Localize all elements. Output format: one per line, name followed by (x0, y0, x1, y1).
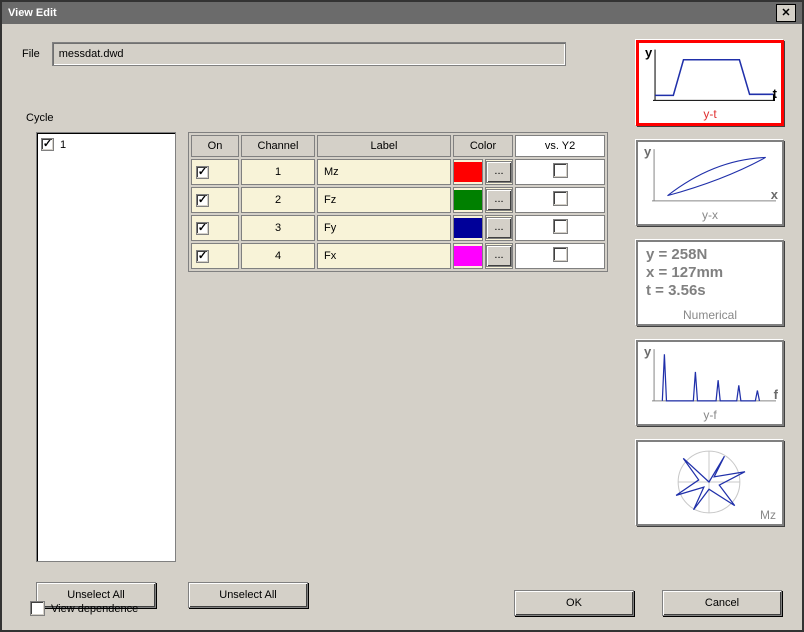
ok-button[interactable]: OK (514, 590, 634, 616)
cycle-label: Cycle (26, 112, 54, 124)
file-label: File (22, 48, 40, 60)
plot-icon (642, 446, 776, 518)
col-label: Label (317, 135, 451, 157)
plot-icon (652, 148, 776, 202)
table-row: 3 Fy ... (191, 215, 605, 241)
cancel-button[interactable]: Cancel (662, 590, 782, 616)
cycle-listbox[interactable]: 1 (36, 132, 176, 562)
axis-y-icon: y (644, 344, 651, 359)
file-field[interactable]: messdat.dwd (52, 42, 566, 66)
row-channel: 4 (241, 243, 315, 269)
plot-icon (653, 49, 775, 101)
color-swatch (454, 190, 482, 210)
axis-y-icon: y (645, 45, 652, 60)
color-picker-button[interactable]: ... (486, 217, 512, 239)
row-channel: 2 (241, 187, 315, 213)
plot-icon (652, 348, 776, 402)
color-swatch (454, 246, 482, 266)
row-on-checkbox[interactable] (196, 166, 209, 179)
row-on-checkbox[interactable] (196, 222, 209, 235)
dialog-window: View Edit ✕ File messdat.dwd Cycle 1 On … (0, 0, 804, 632)
table-row: 2 Fz ... (191, 187, 605, 213)
cycle-checkbox[interactable] (41, 138, 54, 151)
vsy2-checkbox[interactable] (553, 247, 568, 262)
file-row: File messdat.dwd (22, 42, 566, 66)
view-type-panel: y t y-t y x (636, 40, 784, 540)
view-dependence-label: View dependence (51, 603, 138, 615)
row-label[interactable]: Mz (317, 159, 451, 185)
close-icon: ✕ (781, 8, 790, 19)
color-picker-button[interactable]: ... (486, 161, 512, 183)
view-dependence-checkbox[interactable] (30, 601, 45, 616)
table-row: 1 Mz ... (191, 159, 605, 185)
row-label[interactable]: Fz (317, 187, 451, 213)
table-row: 4 Fx ... (191, 243, 605, 269)
col-channel: Channel (241, 135, 315, 157)
col-on: On (191, 135, 239, 157)
unselect-all-channels-button[interactable]: Unselect All (188, 582, 308, 608)
color-swatch (454, 162, 482, 182)
vsy2-checkbox[interactable] (553, 163, 568, 178)
view-type-yt[interactable]: y t y-t (636, 40, 784, 126)
view-caption: y-t (639, 107, 781, 121)
row-channel: 3 (241, 215, 315, 241)
view-caption: Mz (760, 508, 776, 522)
table-header-row: On Channel Label Color vs. Y2 (191, 135, 605, 157)
color-picker-button[interactable]: ... (486, 245, 512, 267)
titlebar: View Edit ✕ (2, 2, 802, 24)
vsy2-checkbox[interactable] (553, 219, 568, 234)
client-area: File messdat.dwd Cycle 1 On Channel Labe… (4, 24, 800, 628)
axis-y-icon: y (644, 144, 651, 159)
col-color: Color (453, 135, 513, 157)
channel-table: On Channel Label Color vs. Y2 1 Mz ... 2… (188, 132, 608, 272)
view-type-polar[interactable]: Mz (636, 440, 784, 526)
view-caption: Numerical (638, 308, 782, 322)
row-on-checkbox[interactable] (196, 250, 209, 263)
numerical-line: y = 258N (646, 246, 707, 263)
view-caption: y-x (638, 208, 782, 222)
view-type-yx[interactable]: y x y-x (636, 140, 784, 226)
color-picker-button[interactable]: ... (486, 189, 512, 211)
row-label[interactable]: Fx (317, 243, 451, 269)
view-dependence-row: View dependence (30, 601, 138, 616)
col-vsy2: vs. Y2 (515, 135, 605, 157)
row-label[interactable]: Fy (317, 215, 451, 241)
close-button[interactable]: ✕ (776, 4, 796, 22)
view-caption: y-f (638, 408, 782, 422)
view-type-numerical[interactable]: y = 258N x = 127mm t = 3.56s Numerical (636, 240, 784, 326)
cycle-item-label: 1 (60, 139, 66, 151)
row-channel: 1 (241, 159, 315, 185)
vsy2-checkbox[interactable] (553, 191, 568, 206)
window-title: View Edit (8, 2, 57, 24)
color-swatch (454, 218, 482, 238)
numerical-line: t = 3.56s (646, 282, 706, 299)
numerical-line: x = 127mm (646, 264, 723, 281)
row-on-checkbox[interactable] (196, 194, 209, 207)
view-type-yf[interactable]: y f y-f (636, 340, 784, 426)
list-item[interactable]: 1 (41, 137, 171, 152)
